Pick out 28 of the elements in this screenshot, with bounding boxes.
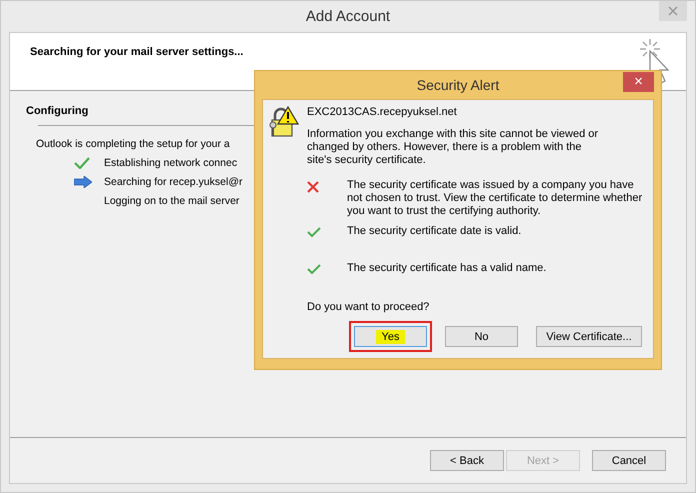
- step-label: Searching for recep.yuksel@r: [104, 176, 242, 188]
- check-icon: [307, 264, 321, 275]
- intro-text: Outlook is completing the setup for your a: [36, 138, 230, 150]
- window-title: Add Account: [306, 8, 390, 25]
- alert-message: Information you exchange with this site cannot be viewed or changed by others. However, there is a problem with the site's security certificate.: [307, 128, 600, 167]
- question-text: Do you want to proceed?: [307, 301, 430, 313]
- close-button[interactable]: ×: [623, 72, 654, 92]
- error-icon: [307, 181, 319, 193]
- step-label: Establishing network connec: [104, 157, 238, 169]
- check-text: The security certificate was issued by a company you have not chosen to trust. View the certificate to determine whether you want to trust the certifying authority.: [347, 179, 643, 219]
- server-name: EXC2013CAS.recepyuksel.net: [307, 106, 458, 118]
- header-heading: Searching for your mail server settings...: [30, 46, 244, 58]
- check-icon: [307, 227, 321, 238]
- lock-warning-icon: [269, 106, 299, 138]
- section-title: Configuring: [26, 105, 88, 117]
- close-button[interactable]: [659, 1, 687, 21]
- arrow-icon: [74, 176, 92, 188]
- dialog-title: Security Alert: [416, 77, 500, 93]
- wizard-button[interactable]: Cancel: [592, 450, 666, 471]
- dialog-button[interactable]: View Certificate...: [536, 326, 642, 347]
- check-text: The security certificate date is valid.: [347, 225, 522, 239]
- close-icon: [668, 6, 678, 16]
- check-text: The security certificate has a valid name.: [347, 262, 546, 276]
- check-icon: [74, 157, 90, 169]
- step-label: Logging on to the mail server: [104, 195, 240, 207]
- dialog-button[interactable]: Yes: [354, 326, 427, 347]
- dialog-button[interactable]: No: [445, 326, 518, 347]
- wizard-button[interactable]: < Back: [430, 450, 504, 471]
